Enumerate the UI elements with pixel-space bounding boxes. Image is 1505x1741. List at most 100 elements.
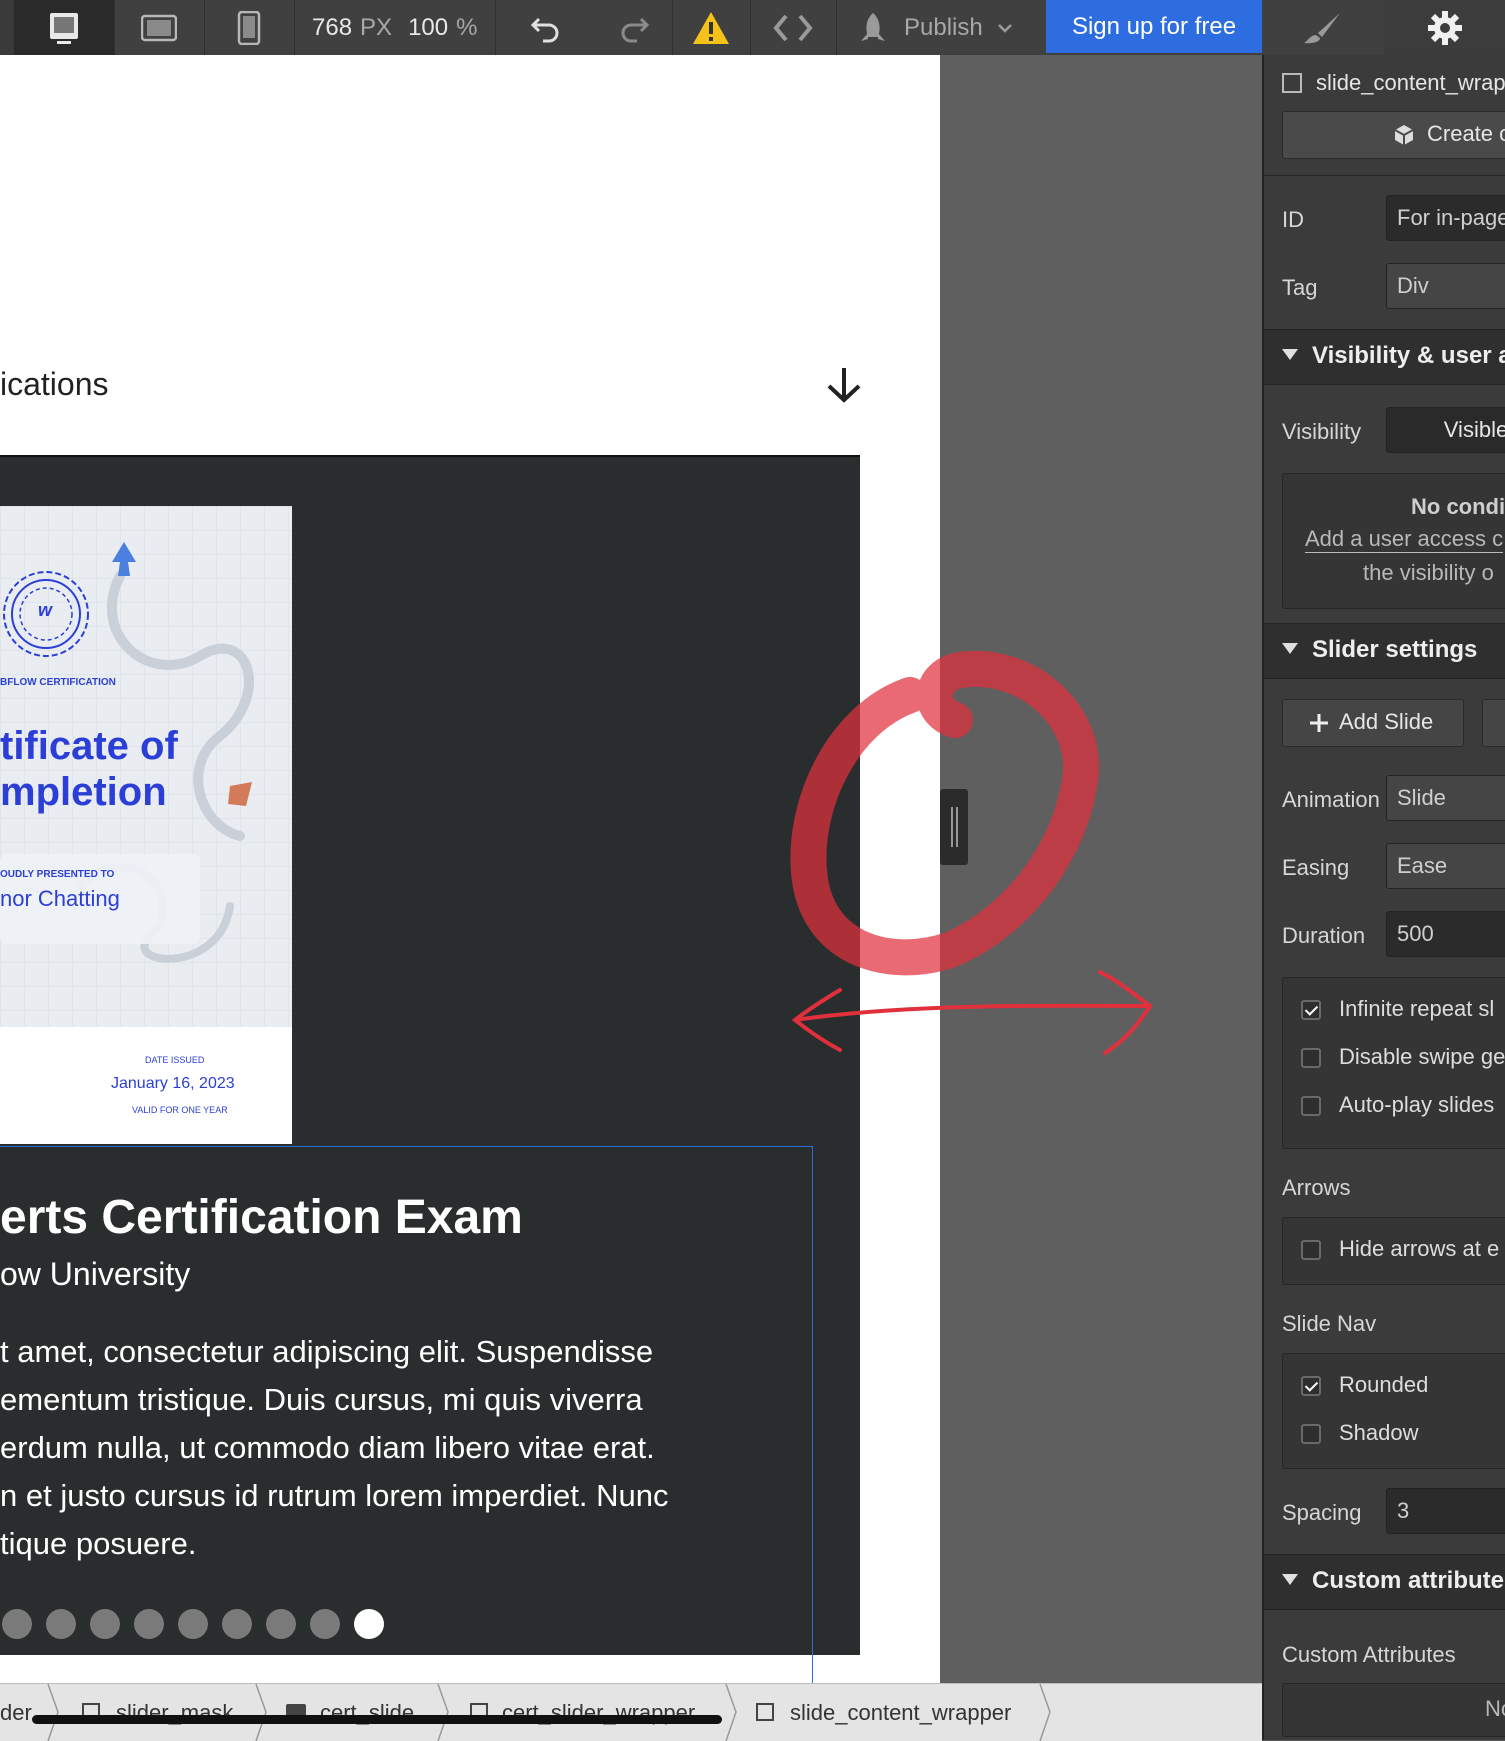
mobile-portrait-button[interactable] — [204, 0, 295, 55]
caret-down-icon — [1282, 1574, 1298, 1585]
tag-label: Tag — [1282, 275, 1318, 300]
slider-options-box: Infinite repeat sl Disable swipe ge Auto… — [1282, 977, 1505, 1149]
warning-button[interactable] — [672, 0, 751, 55]
visibility-section-header[interactable]: Visibility & user a — [1264, 329, 1505, 385]
tablet-landscape-button[interactable] — [114, 0, 205, 55]
date-issued-label: DATE ISSUED — [145, 1055, 205, 1065]
exam-title: erts Certification Exam — [0, 1191, 523, 1244]
remove-slide-button[interactable] — [1482, 699, 1505, 747]
breadcrumb-item-current[interactable]: slide_content_wrapper — [790, 1700, 1011, 1726]
zoom-value: 100 — [408, 13, 449, 41]
certificate-header: BFLOW CERTIFICATION — [0, 677, 116, 688]
breadcrumb-separator — [255, 1684, 267, 1741]
custom-attributes-empty-text: No — [1485, 1696, 1505, 1721]
breadcrumb-separator — [725, 1684, 737, 1741]
slide-nav-dot[interactable] — [46, 1609, 76, 1639]
nav-edge — [0, 0, 15, 55]
duration-input[interactable]: 500 — [1386, 911, 1505, 957]
animation-select[interactable]: Slide — [1386, 775, 1505, 821]
custom-attributes-section-title: Custom attribute — [1312, 1567, 1504, 1594]
caret-down-icon — [1282, 643, 1298, 654]
slider-settings-header[interactable]: Slider settings — [1264, 623, 1505, 679]
publish-label: Publish — [904, 13, 983, 41]
visibility-toggle[interactable]: Visible — [1386, 407, 1505, 453]
disable-swipe-label: Disable swipe ge — [1339, 1044, 1505, 1069]
publish-button[interactable]: Publish — [836, 0, 1046, 55]
arrow-down-icon[interactable] — [824, 364, 864, 404]
slide-nav-dot[interactable] — [354, 1609, 384, 1639]
element-name: slide_content_wrap — [1316, 70, 1505, 95]
redo-icon — [621, 17, 650, 42]
slide-nav-dot[interactable] — [178, 1609, 208, 1639]
tag-select[interactable]: Div — [1386, 263, 1505, 309]
shadow-checkbox[interactable] — [1301, 1424, 1321, 1444]
caret-down-icon — [1282, 349, 1298, 360]
brush-icon — [1304, 12, 1340, 43]
signup-button[interactable]: Sign up for free — [1046, 0, 1262, 53]
disable-swipe-checkbox[interactable] — [1301, 1048, 1321, 1068]
spacing-label: Spacing — [1282, 1500, 1362, 1525]
style-panel-tab[interactable] — [1262, 0, 1385, 55]
hide-arrows-label: Hide arrows at e — [1339, 1236, 1500, 1261]
slide-nav-dot[interactable] — [2, 1609, 32, 1639]
gear-icon — [1427, 10, 1462, 45]
canvas-size-readout: 768 PX 100 % — [294, 0, 496, 55]
rocket-icon — [861, 12, 885, 41]
cube-icon — [1394, 125, 1414, 145]
top-toolbar: 768 PX 100 % Publish Sign up for free — [0, 0, 1505, 56]
undo-icon — [530, 17, 559, 42]
add-user-access-link[interactable]: Add a user access c — [1305, 526, 1504, 553]
arrows-options-box: Hide arrows at e — [1282, 1217, 1505, 1285]
create-component-button[interactable]: Create c — [1282, 111, 1505, 159]
paragraph-line: t amet, consectetur adipiscing elit. Sus… — [0, 1334, 654, 1369]
breadcrumb-separator — [437, 1684, 449, 1741]
breadcrumb-item[interactable]: der — [0, 1700, 32, 1726]
undo-button[interactable] — [496, 0, 596, 55]
hide-arrows-checkbox[interactable] — [1301, 1240, 1321, 1260]
add-slide-label: Add Slide — [1339, 709, 1434, 734]
element-type-icon — [1282, 73, 1302, 93]
easing-select[interactable]: Ease — [1386, 843, 1505, 889]
rounded-label: Rounded — [1339, 1372, 1429, 1397]
divider — [1264, 175, 1505, 176]
slide-nav-dot[interactable] — [134, 1609, 164, 1639]
add-slide-button[interactable]: Add Slide — [1282, 699, 1464, 747]
slide-nav-dot[interactable] — [222, 1609, 252, 1639]
autoplay-checkbox[interactable] — [1301, 1096, 1321, 1116]
presented-label: OUDLY PRESENTED TO — [0, 869, 115, 880]
recipient-name: nor Chatting — [0, 886, 120, 911]
validity-label: VALID FOR ONE YEAR — [132, 1105, 228, 1115]
certificate-title-line1: tificate of — [0, 724, 178, 768]
id-input[interactable]: For in-page — [1386, 195, 1505, 241]
autoplay-label: Auto-play slides — [1339, 1092, 1495, 1117]
chevron-down-icon — [997, 23, 1012, 33]
slide-nav-dot[interactable] — [90, 1609, 120, 1639]
animation-label: Animation — [1282, 787, 1380, 812]
redo-button[interactable] — [596, 0, 673, 55]
slide-nav-options-box: Rounded Shadow — [1282, 1353, 1505, 1469]
easing-label: Easing — [1282, 855, 1350, 880]
spacing-input[interactable]: 3 — [1386, 1488, 1505, 1534]
infinite-repeat-checkbox[interactable] — [1301, 1000, 1321, 1020]
custom-attributes-header[interactable]: Custom attribute — [1264, 1554, 1505, 1610]
phone-icon — [237, 10, 261, 45]
zoom-unit: % — [456, 13, 478, 41]
paragraph-line: n et justo cursus id rutrum lorem imperd… — [0, 1478, 669, 1513]
code-button[interactable] — [750, 0, 837, 55]
breadcrumb-separator — [1039, 1684, 1051, 1741]
paragraph-line: tique posuere. — [0, 1526, 197, 1561]
plus-icon — [1310, 714, 1328, 732]
slide-nav-dot[interactable] — [266, 1609, 296, 1639]
visibility-help-text: the visibility o — [1363, 560, 1494, 585]
create-component-label: Create c — [1427, 121, 1505, 146]
desktop-view-button[interactable] — [14, 0, 115, 55]
slide-nav-dot[interactable] — [310, 1609, 340, 1639]
horizontal-scrollbar[interactable] — [32, 1715, 722, 1724]
arrows-label: Arrows — [1282, 1175, 1351, 1200]
shadow-label: Shadow — [1339, 1420, 1419, 1445]
rounded-checkbox[interactable] — [1301, 1376, 1321, 1396]
warning-icon — [693, 11, 729, 44]
settings-panel: slide_content_wrap Create c ID For in-pa… — [1262, 55, 1505, 1740]
settings-panel-tab[interactable] — [1384, 0, 1505, 55]
infinite-repeat-label: Infinite repeat sl — [1339, 996, 1495, 1021]
